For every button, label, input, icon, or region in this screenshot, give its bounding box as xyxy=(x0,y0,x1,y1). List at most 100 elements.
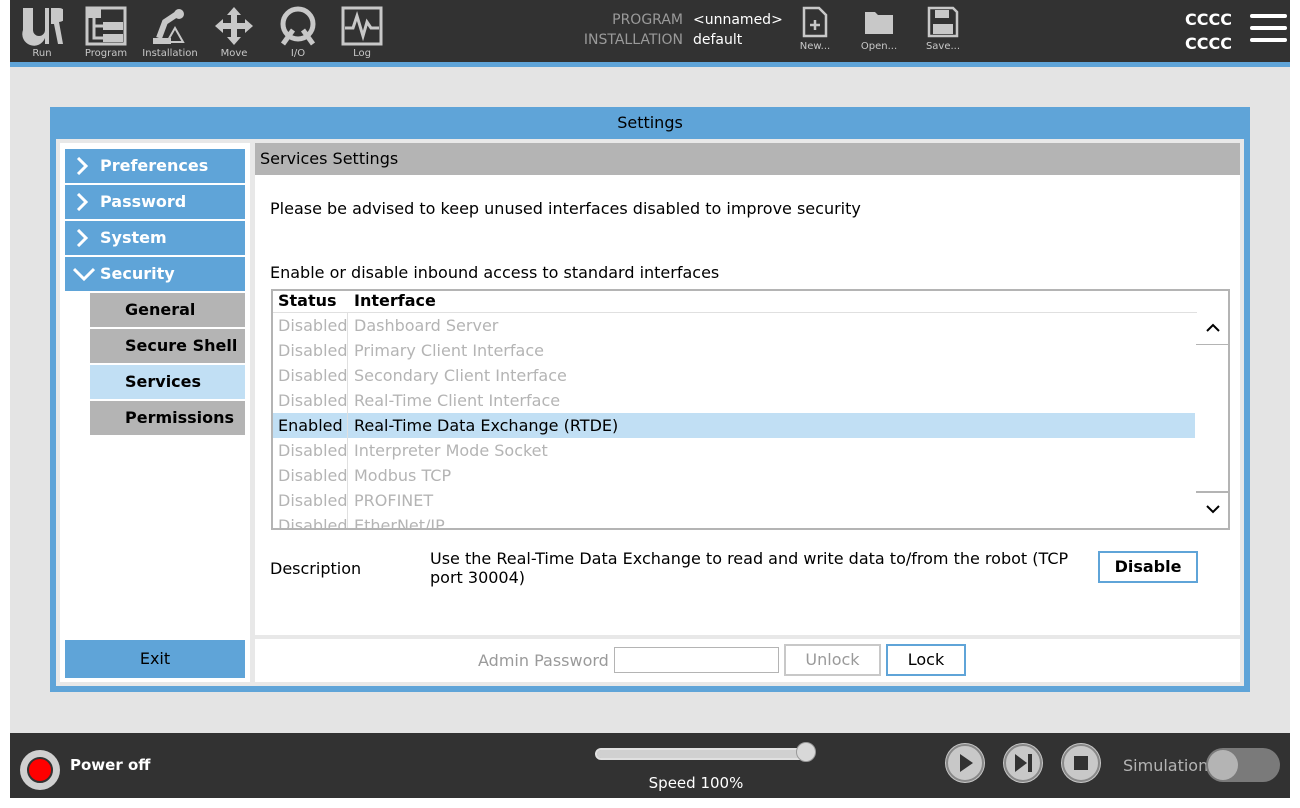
sidebar-subitem-label: Services xyxy=(125,372,202,391)
sidebar-subitem-permissions[interactable]: Permissions xyxy=(90,401,245,435)
nav-run-label: Run xyxy=(32,48,52,59)
services-settings-panel: Services Settings Please be advised to k… xyxy=(255,143,1240,635)
save-file-label: Save... xyxy=(925,41,961,52)
table-row[interactable]: Disabled Interpreter Mode Socket xyxy=(273,438,1195,463)
column-header-interface: Interface xyxy=(354,291,436,310)
speed-slider-handle[interactable] xyxy=(796,742,816,762)
stop-button[interactable] xyxy=(1061,743,1101,783)
row-status: Disabled xyxy=(273,513,348,528)
play-button[interactable] xyxy=(945,743,985,783)
row-interface: Secondary Client Interface xyxy=(354,366,567,385)
unlock-button[interactable]: Unlock xyxy=(784,644,881,676)
save-file-button[interactable]: Save... xyxy=(918,6,968,52)
installation-label: INSTALLATION xyxy=(583,32,683,48)
sidebar-subitem-general[interactable]: General xyxy=(90,293,245,327)
scroll-down-button[interactable] xyxy=(1196,491,1228,528)
admin-password-bar: Admin Password Unlock Lock xyxy=(255,639,1240,682)
step-icon xyxy=(1004,744,1042,782)
chevron-right-icon xyxy=(76,229,89,247)
stop-icon xyxy=(1062,744,1100,782)
sidebar-subitem-secure-shell[interactable]: Secure Shell xyxy=(90,329,245,363)
simulation-label: Simulation xyxy=(1123,756,1209,775)
row-status: Disabled xyxy=(273,438,348,463)
lock-button[interactable]: Lock xyxy=(886,644,966,676)
row-interface: PROFINET xyxy=(354,491,434,510)
sidebar-item-label: Password xyxy=(100,192,187,211)
row-interface: Real-Time Data Exchange (RTDE) xyxy=(354,416,619,435)
step-button[interactable] xyxy=(1003,743,1043,783)
nav-move-button[interactable]: Move xyxy=(204,4,264,62)
row-interface: Modbus TCP xyxy=(354,466,452,485)
hamburger-menu-icon[interactable] xyxy=(1250,14,1288,46)
row-status: Disabled xyxy=(273,388,348,413)
row-status: Disabled xyxy=(273,313,348,338)
dialog-title: Settings xyxy=(617,113,683,132)
row-interface: EtherNet/IP xyxy=(354,516,445,530)
table-row-selected[interactable]: Enabled Real-Time Data Exchange (RTDE) xyxy=(273,413,1195,438)
admin-password-input[interactable] xyxy=(614,647,779,673)
power-button-icon[interactable] xyxy=(20,750,60,790)
row-status: Disabled xyxy=(273,363,348,388)
row-interface: Primary Client Interface xyxy=(354,341,544,360)
row-interface: Dashboard Server xyxy=(354,316,499,335)
interfaces-table: Status Interface Disabled Dashboard Serv… xyxy=(271,289,1230,530)
simulation-toggle[interactable] xyxy=(1206,748,1280,782)
nav-log-button[interactable]: Log xyxy=(332,4,392,62)
io-icon xyxy=(280,6,316,46)
nav-installation-label: Installation xyxy=(142,48,198,59)
new-file-icon xyxy=(802,6,828,38)
chevron-right-icon xyxy=(76,157,89,175)
power-status-label[interactable]: Power off xyxy=(70,756,150,774)
column-header-status: Status xyxy=(278,291,337,310)
sidebar-subitem-label: Secure Shell xyxy=(125,336,238,355)
sidebar-item-password[interactable]: Password xyxy=(65,185,245,219)
chevron-down-icon xyxy=(1206,505,1220,514)
table-row[interactable]: Disabled Secondary Client Interface xyxy=(273,363,1195,388)
sidebar-item-label: Preferences xyxy=(100,156,209,175)
admin-password-label: Admin Password xyxy=(478,651,609,670)
save-disk-icon xyxy=(927,6,959,38)
bottom-bar: Power off Speed 100% Simulation xyxy=(10,733,1290,798)
table-row[interactable]: Disabled Primary Client Interface xyxy=(273,338,1195,363)
row-status: Disabled xyxy=(273,463,348,488)
sidebar-subitem-services[interactable]: Services xyxy=(90,365,245,399)
table-row[interactable]: Disabled PROFINET xyxy=(273,488,1195,513)
nav-io-button[interactable]: I/O xyxy=(268,4,328,62)
sidebar-item-security[interactable]: Security xyxy=(65,257,245,291)
table-row[interactable]: Disabled Dashboard Server xyxy=(273,313,1195,338)
new-file-button[interactable]: New... xyxy=(790,6,840,52)
scroll-up-button[interactable] xyxy=(1196,311,1228,345)
nav-program-button[interactable]: Program xyxy=(76,4,136,62)
disable-button[interactable]: Disable xyxy=(1098,551,1198,583)
sidebar-item-preferences[interactable]: Preferences xyxy=(65,149,245,183)
sidebar-item-system[interactable]: System xyxy=(65,221,245,255)
nav-installation-button[interactable]: Installation xyxy=(140,4,200,62)
chevron-right-icon xyxy=(76,193,89,211)
log-icon xyxy=(341,6,383,46)
program-value: <unnamed> xyxy=(693,12,783,28)
row-interface: Real-Time Client Interface xyxy=(354,391,561,410)
speed-slider-fill xyxy=(597,750,808,758)
program-icon xyxy=(85,6,127,46)
ur-logo-icon xyxy=(22,8,63,46)
row-status: Disabled xyxy=(273,488,348,513)
table-row[interactable]: Disabled Real-Time Client Interface xyxy=(273,388,1195,413)
top-bar: Run Program Installation Move I/O Log PR… xyxy=(10,0,1290,62)
description-text: Use the Real-Time Data Exchange to read … xyxy=(430,549,1069,587)
robot-name-line2: CCCC xyxy=(1185,34,1232,53)
chevron-up-icon xyxy=(1206,323,1220,332)
exit-button[interactable]: Exit xyxy=(65,640,245,678)
table-header: Status Interface xyxy=(273,291,1197,313)
open-file-button[interactable]: Open... xyxy=(854,6,904,52)
security-advice-text: Please be advised to keep unused interfa… xyxy=(270,199,861,218)
row-status: Enabled xyxy=(273,413,348,438)
new-file-label: New... xyxy=(799,41,831,52)
speed-slider[interactable] xyxy=(595,748,810,760)
nav-move-label: Move xyxy=(220,48,248,59)
table-row[interactable]: Disabled EtherNet/IP xyxy=(273,513,1195,530)
robot-name: CCCC CCCC xyxy=(1170,8,1232,56)
move-icon xyxy=(215,7,253,45)
program-installation-labels: PROGRAM INSTALLATION xyxy=(570,10,683,50)
nav-run-button[interactable]: Run xyxy=(12,4,72,62)
table-row[interactable]: Disabled Modbus TCP xyxy=(273,463,1195,488)
